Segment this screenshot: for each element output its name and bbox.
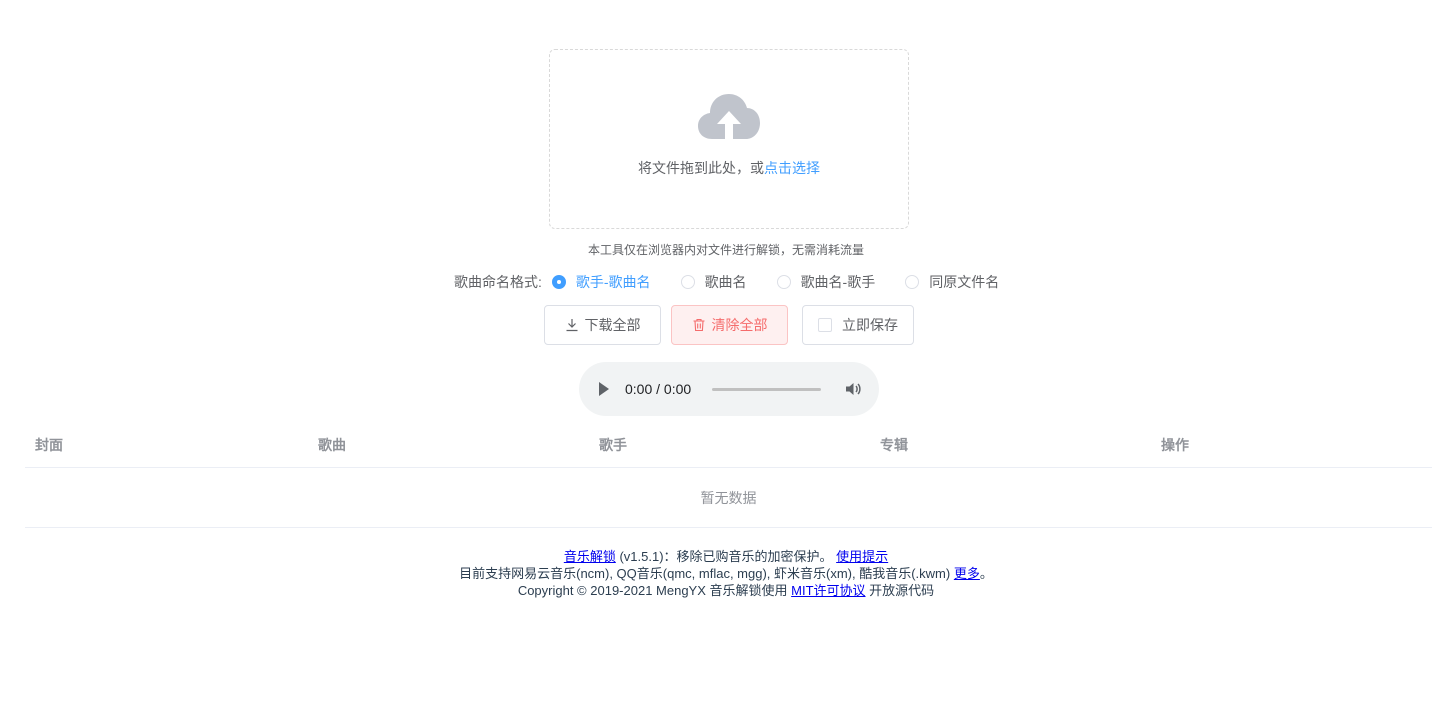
radio-title[interactable]: 歌曲名: [680, 272, 747, 292]
version-text: (v1.5.1)：移除已购音乐的加密保护。: [619, 549, 833, 564]
clear-all-button[interactable]: 清除全部: [671, 305, 788, 345]
radio-label: 歌手-歌曲名: [575, 274, 651, 290]
radio-label: 歌曲名-歌手: [800, 274, 876, 290]
header-cover: 封面: [35, 437, 63, 453]
radio-dot[interactable]: [551, 275, 566, 289]
save-immediately-checkbox[interactable]: 立即保存: [802, 305, 914, 345]
download-all-label: 下载全部: [584, 317, 641, 333]
radio-dot[interactable]: [776, 275, 791, 289]
progress-slider[interactable]: [712, 388, 821, 391]
radio-original-filename[interactable]: 同原文件名: [905, 272, 999, 292]
player-time: 0:00 / 0:00: [625, 381, 692, 397]
naming-format-group: 歌曲命名格式: 歌手-歌曲名 歌曲名 歌曲名-歌手 同原文件名: [454, 272, 1029, 292]
file-table: 封面 歌曲 歌手 专辑 操作 暂无数据: [25, 423, 1432, 528]
audio-player: 0:00 / 0:00: [579, 362, 879, 416]
trash-icon: [693, 318, 704, 332]
play-icon[interactable]: [599, 382, 609, 396]
more-link[interactable]: 更多: [954, 566, 980, 581]
supported-formats-text: 目前支持网易云音乐(ncm), QQ音乐(qmc, mflac, mgg), 虾…: [459, 566, 951, 581]
project-link[interactable]: 音乐解锁: [564, 549, 616, 564]
period: 。: [979, 566, 993, 581]
radio-dot[interactable]: [905, 275, 920, 289]
footer: 音乐解锁 (v1.5.1)：移除已购音乐的加密保护。 使用提示 目前支持网易云音…: [0, 548, 1452, 599]
header-actions: 操作: [1161, 437, 1189, 453]
usage-tips-link[interactable]: 使用提示: [836, 549, 888, 564]
download-all-button[interactable]: 下载全部: [544, 305, 661, 345]
open-source-text: 开放源代码: [869, 583, 935, 598]
clear-all-label: 清除全部: [711, 317, 768, 333]
header-song: 歌曲: [318, 437, 346, 453]
footer-line-1: 音乐解锁 (v1.5.1)：移除已购音乐的加密保护。 使用提示: [0, 548, 1452, 565]
header-album: 专辑: [880, 437, 908, 453]
radio-artist-title[interactable]: 歌手-歌曲名: [551, 272, 651, 292]
save-immediately-label: 立即保存: [842, 317, 898, 333]
local-processing-tip: 本工具仅在浏览器内对文件进行解锁，无需消耗流量: [587, 243, 864, 257]
radio-label: 歌曲名: [704, 274, 747, 290]
footer-line-3: Copyright © 2019-2021 MengYX 音乐解锁使用 MIT许…: [0, 582, 1452, 599]
checkbox-box[interactable]: [818, 318, 832, 332]
table-empty-text: 暂无数据: [25, 468, 1432, 528]
mit-license-link[interactable]: MIT许可协议: [791, 583, 865, 598]
radio-dot[interactable]: [680, 275, 695, 289]
upload-hint-text: 将文件拖到此处，或: [638, 160, 764, 176]
header-artist: 歌手: [599, 437, 627, 453]
download-icon: [566, 319, 577, 332]
naming-format-label: 歌曲命名格式:: [454, 274, 542, 290]
volume-icon[interactable]: [844, 380, 862, 398]
upload-hint: 将文件拖到此处，或点击选择: [550, 158, 908, 178]
cloud-upload-icon: [698, 94, 760, 139]
upload-dropzone[interactable]: 将文件拖到此处，或点击选择: [549, 49, 909, 229]
upload-select-link[interactable]: 点击选择: [764, 160, 820, 176]
copyright-text: Copyright © 2019-2021 MengYX 音乐解锁使用: [517, 583, 788, 598]
table-header: 封面 歌曲 歌手 专辑 操作: [25, 423, 1432, 468]
footer-line-2: 目前支持网易云音乐(ncm), QQ音乐(qmc, mflac, mgg), 虾…: [0, 565, 1452, 582]
radio-title-artist[interactable]: 歌曲名-歌手: [776, 272, 876, 292]
radio-label: 同原文件名: [929, 274, 1000, 290]
